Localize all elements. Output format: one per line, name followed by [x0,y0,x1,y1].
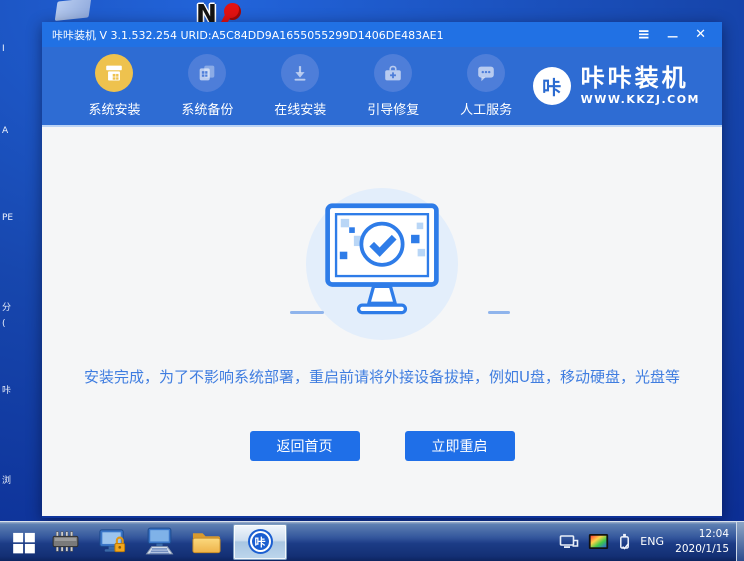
chat-bubble-icon [467,54,505,92]
restart-now-button[interactable]: 立即重启 [405,431,515,461]
red-key-icon [224,3,241,20]
kaka-app-icon: 咔 [248,529,273,554]
clock-date: 2020/1/15 [673,542,729,556]
status-message: 安装完成，为了不影响系统部署，重启前请将外接设备拔掉，例如U盘，移动硬盘，光盘等 [42,366,722,387]
nav-label: 人工服务 [460,99,512,118]
windows-logo-icon [11,529,37,555]
brand-circle-icon: 咔 [533,67,571,105]
cpu-chip-icon[interactable] [42,522,89,561]
display-color-icon[interactable] [588,533,609,550]
nav-item-system-install[interactable]: 系统安装 [68,54,161,118]
start-button[interactable] [6,522,42,561]
close-button[interactable]: ✕ [695,28,706,41]
desktop-icon-label-fragment: PE [2,213,13,224]
nav-label: 系统安装 [88,99,140,118]
monitor-keyboard-icon[interactable] [136,522,183,561]
clock-time: 12:04 [673,527,729,541]
nav-label: 系统备份 [181,99,233,118]
desktop-folder-icon[interactable] [55,0,92,21]
desktop-icon-label-fragment: 浏 [2,476,11,487]
window-title: 咔咔装机 V 3.1.532.254 URID:A5C84DD9A1655055… [42,27,638,43]
nav-bar: 系统安装 系统备份 [42,47,722,127]
desktop-icon-label-fragment: I [2,44,5,55]
monitor-check-icon [307,200,457,324]
nav-item-boot-repair[interactable]: 引导修复 [347,54,440,118]
show-desktop-button[interactable] [736,522,744,561]
usb-eject-icon[interactable] [618,533,631,550]
brand-text: 咔咔装机 WWW.KKZJ.COM [581,66,700,106]
monitor-lock-icon[interactable] [89,522,136,561]
desktop-icon-label-fragment: 咔 [2,386,11,397]
system-tray: ENG 12:04 2020/1/15 [559,522,736,561]
brand-title: 咔咔装机 [581,66,700,90]
desktop-icon-label-fragment: 分 [2,303,11,314]
titlebar[interactable]: 咔咔装机 V 3.1.532.254 URID:A5C84DD9A1655055… [42,22,722,47]
toolbox-icon [374,54,412,92]
decor-dash-right [488,311,510,314]
desktop-icon-label-fragment: ( [2,319,6,330]
button-row: 返回首页 立即重启 [42,431,722,461]
nav-item-system-backup[interactable]: 系统备份 [161,54,254,118]
brand-url: WWW.KKZJ.COM [581,93,700,106]
taskbar: 咔 E [0,521,744,561]
clock[interactable]: 12:04 2020/1/15 [673,527,731,555]
install-box-icon [95,54,133,92]
nav-label: 在线安装 [274,99,326,118]
desktop-icon-label-fragment: A [2,126,8,137]
folder-icon[interactable] [183,522,230,561]
installer-window: 咔咔装机 V 3.1.532.254 URID:A5C84DD9A1655055… [42,22,722,518]
language-indicator[interactable]: ENG [640,535,664,548]
success-illustration [306,188,458,340]
nav-item-online-install[interactable]: 在线安装 [254,54,347,118]
download-icon [281,54,319,92]
minimize-button[interactable]: — [667,31,678,42]
network-icon[interactable] [559,534,579,550]
nav-label: 引导修复 [367,99,419,118]
backup-copies-icon [188,54,226,92]
main-content: 安装完成，为了不影响系统部署，重启前请将外接设备拔掉，例如U盘，移动硬盘，光盘等… [42,127,722,516]
decor-dash-left [290,311,324,314]
menu-icon[interactable]: ≡ [638,27,651,42]
window-controls: ≡ — ✕ [638,27,722,42]
nav-item-live-support[interactable]: 人工服务 [440,54,533,118]
return-home-button[interactable]: 返回首页 [250,431,360,461]
brand-logo: 咔 咔咔装机 WWW.KKZJ.COM [533,66,722,106]
kaka-taskbar-button[interactable]: 咔 [233,524,287,560]
desktop: N I A PE 分 ( 咔 浏 咔咔装机 V 3.1.532.254 URID… [0,0,744,561]
